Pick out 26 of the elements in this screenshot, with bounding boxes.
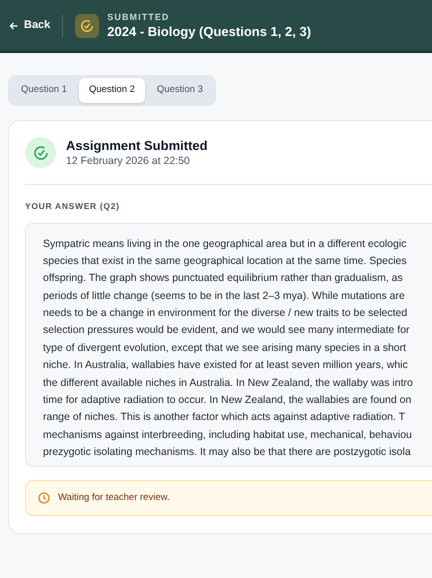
badge-icon bbox=[75, 14, 100, 38]
answer-text-line: periods of little change (seems to be in the last 2–3 mya). While mutations are bbox=[43, 288, 405, 304]
answer-text-line: niche. In Australia, wallabies have existed for at least seven million years, whic bbox=[43, 358, 408, 374]
answer-text-line: selection pressures would be evident, and we would see many intermediate for bbox=[43, 323, 410, 338]
answer-text-line: the different available niches in Australia. In New Zealand, the wallaby was intro bbox=[43, 376, 413, 390]
answer-text-line: Sympatric means living in the one geographical area but in a different ecologic bbox=[43, 236, 406, 252]
status-label: SUBMITTED bbox=[107, 12, 171, 22]
answer-text-line: prezygotic isolating mechanisms. It may also be that there are postzygotic isola bbox=[43, 444, 411, 460]
answer-text-line: offspring. The graph shows punctuated equilibrium rather than gradualism, as bbox=[43, 271, 403, 286]
question-tab[interactable]: Question 2 bbox=[78, 78, 145, 103]
answer-text-line: mechanisms against interbreeding, including habitat use, mechanical, behaviou bbox=[43, 428, 412, 443]
answer-text-line: species that exist in the same geographical location at the same time. Species bbox=[43, 254, 407, 270]
question-tab[interactable]: Question 3 bbox=[146, 78, 213, 103]
answer-text-line: range of niches. This is another factor which acts against adaptive radiation. T bbox=[43, 410, 406, 426]
notice-text: Waiting for teacher review. bbox=[58, 490, 170, 505]
back-button[interactable]: Back bbox=[0, 17, 62, 34]
answer-text-line: needs to be a change in environment for the diverse / new traits to be selected bbox=[43, 306, 408, 322]
answer-text-line: type of divergent evolution, except that we see arising many species in a short bbox=[43, 340, 406, 356]
answer-text-line: time for adaptive radiation to occur. In New Zealand, the wallabies are found on bbox=[43, 392, 412, 408]
answer-heading: YOUR ANSWER (Q2) bbox=[25, 200, 121, 213]
page-title: 2024 - Biology (Questions 1, 2, 3) bbox=[107, 22, 312, 40]
clock-icon bbox=[38, 492, 50, 504]
submitted-title: Assignment Submitted bbox=[66, 138, 208, 154]
question-tab[interactable]: Question 1 bbox=[11, 78, 77, 103]
arrow-left-icon bbox=[8, 20, 20, 32]
submitted-date: 12 February 2026 at 22:50 bbox=[66, 154, 191, 168]
